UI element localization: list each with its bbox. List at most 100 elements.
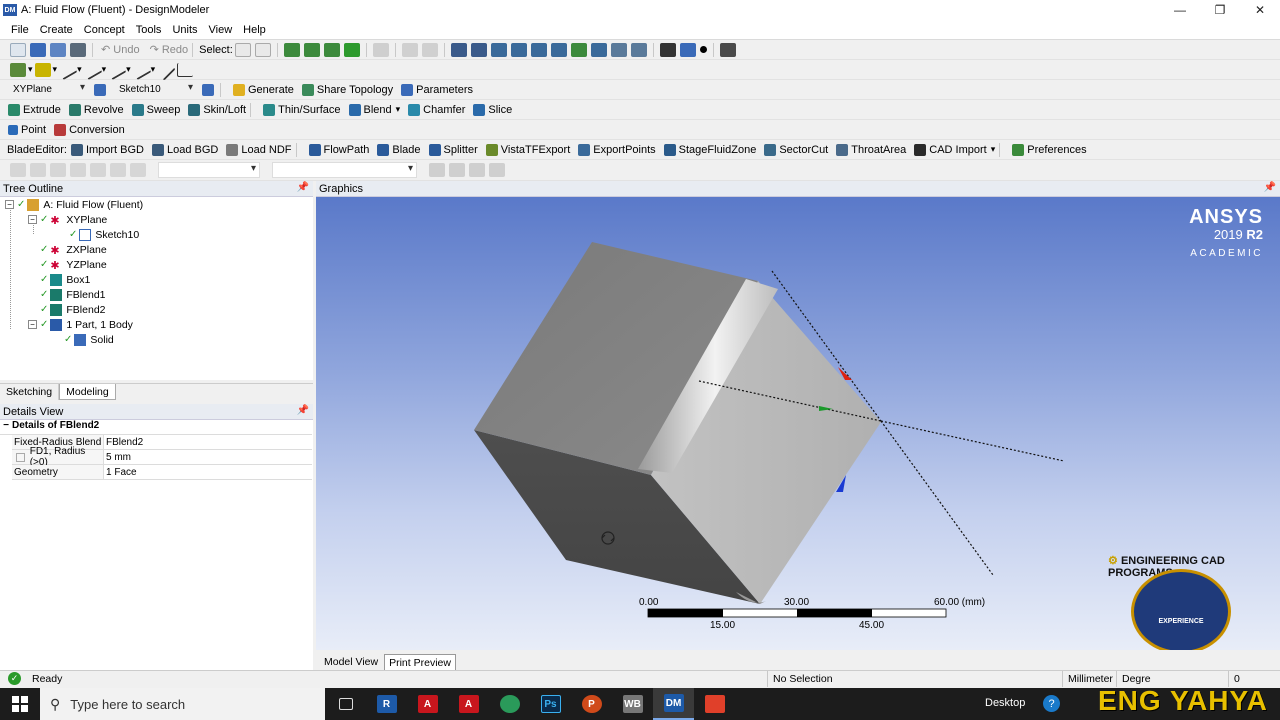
extend-selection-icon[interactable] bbox=[372, 42, 389, 57]
box-select-icon[interactable] bbox=[401, 42, 418, 57]
collapse-icon[interactable]: − bbox=[0, 420, 12, 434]
display-points-icon[interactable] bbox=[699, 46, 707, 53]
slice-button[interactable]: Slice bbox=[473, 103, 512, 116]
menu-create[interactable]: Create bbox=[40, 24, 73, 36]
start-button[interactable] bbox=[0, 688, 40, 720]
chevron-down-icon[interactable]: ▾ bbox=[102, 64, 107, 75]
generate-button[interactable]: Generate bbox=[233, 83, 294, 96]
look-at-icon[interactable] bbox=[154, 58, 176, 81]
pin-icon[interactable]: 📌 bbox=[297, 405, 309, 416]
select-points-icon[interactable] bbox=[283, 42, 300, 57]
taskbar-app-autocad-2[interactable]: A bbox=[448, 688, 489, 720]
screenshot-icon[interactable] bbox=[70, 42, 86, 57]
triad-icon[interactable] bbox=[659, 42, 676, 57]
display-edges-icon[interactable] bbox=[34, 62, 51, 77]
load-ndf-button[interactable]: Load NDF bbox=[226, 143, 292, 156]
zoom-icon[interactable] bbox=[490, 42, 507, 57]
details-row[interactable]: FD1, Radius (>0) 5 mm bbox=[12, 446, 312, 468]
help-icon[interactable]: ? bbox=[1043, 695, 1060, 712]
export-icon[interactable] bbox=[50, 42, 66, 57]
close-button[interactable]: ✕ bbox=[1240, 0, 1280, 20]
maximize-button[interactable]: ❐ bbox=[1200, 0, 1240, 20]
taskbar-app-edge[interactable] bbox=[489, 688, 530, 720]
box-select-alt-icon[interactable] bbox=[421, 42, 438, 57]
disabled-combo-2[interactable] bbox=[272, 162, 417, 178]
edge-arc-icon[interactable] bbox=[105, 59, 127, 80]
redo-button[interactable]: ↷ Redo bbox=[150, 43, 189, 56]
display-model-icon[interactable] bbox=[679, 42, 696, 57]
load-bgd-button[interactable]: Load BGD bbox=[152, 143, 218, 156]
import-bgd-button[interactable]: Import BGD bbox=[70, 143, 144, 156]
new-sketch-icon[interactable] bbox=[202, 83, 214, 96]
tree-item-zxplane[interactable]: ✓ ✱ ZXPlane bbox=[40, 242, 107, 257]
chamfer-button[interactable]: Chamfer bbox=[408, 103, 465, 116]
taskbar-app-photoshop[interactable]: Ps bbox=[530, 688, 571, 720]
graphics-viewport[interactable]: ANSYS 2019 R2 ACADEMIC 0.00 30.00 60.00 … bbox=[316, 197, 1280, 650]
tab-model-view[interactable]: Model View bbox=[320, 654, 382, 670]
undo-button[interactable]: ↶ Undo bbox=[101, 43, 140, 56]
taskbar-app-designmodeler[interactable]: DM bbox=[653, 688, 694, 720]
tab-print-preview[interactable]: Print Preview bbox=[384, 654, 456, 670]
tree-item-box1[interactable]: ✓ Box1 bbox=[40, 272, 90, 287]
chevron-down-icon[interactable]: ▾ bbox=[126, 64, 131, 75]
taskbar-app-other[interactable] bbox=[694, 688, 735, 720]
menu-concept[interactable]: Concept bbox=[84, 24, 125, 36]
cad-import-button[interactable]: CAD Import ▾ bbox=[914, 143, 995, 156]
share-topology-button[interactable]: Share Topology bbox=[301, 83, 393, 96]
point-button[interactable]: Point bbox=[8, 124, 46, 136]
pin-icon[interactable]: 📌 bbox=[297, 182, 309, 193]
tree-root[interactable]: − ✓ A: Fluid Flow (Fluent) bbox=[5, 197, 143, 212]
new-plane-icon[interactable] bbox=[94, 83, 106, 96]
save-icon[interactable] bbox=[30, 42, 46, 57]
zoom-selection-icon[interactable] bbox=[550, 42, 567, 57]
tab-modeling[interactable]: Modeling bbox=[59, 384, 116, 400]
chevron-down-icon[interactable]: ▾ bbox=[28, 64, 33, 75]
tree-item-fblend1[interactable]: ✓ FBlend1 bbox=[40, 287, 106, 302]
export-points-button[interactable]: ExportPoints bbox=[578, 143, 656, 156]
desktop-toolbar[interactable]: Desktop bbox=[985, 697, 1025, 709]
select-mode-icon[interactable] bbox=[234, 42, 251, 57]
tree-item-yzplane[interactable]: ✓ ✱ YZPlane bbox=[40, 257, 107, 272]
edge-spline-icon[interactable] bbox=[130, 59, 152, 80]
sketch-select[interactable]: Sketch10 bbox=[116, 82, 196, 98]
sector-cut-button[interactable]: SectorCut bbox=[764, 143, 828, 156]
flowpath-button[interactable]: FlowPath bbox=[308, 143, 369, 156]
zoom-out-icon[interactable] bbox=[590, 42, 607, 57]
blend-button[interactable]: Blend ▾ bbox=[348, 103, 400, 116]
plane-select[interactable]: XYPlane bbox=[10, 82, 88, 98]
menu-file[interactable]: File bbox=[11, 24, 29, 36]
tab-sketching[interactable]: Sketching bbox=[0, 384, 60, 400]
vistatf-export-button[interactable]: VistaTFExport bbox=[485, 143, 570, 156]
next-view-icon[interactable] bbox=[630, 42, 647, 57]
menu-tools[interactable]: Tools bbox=[136, 24, 162, 36]
blade-button[interactable]: Blade bbox=[377, 143, 421, 156]
select-edges-icon[interactable] bbox=[303, 42, 320, 57]
select-bodies-icon[interactable] bbox=[343, 42, 360, 57]
menu-view[interactable]: View bbox=[209, 24, 233, 36]
menu-units[interactable]: Units bbox=[172, 24, 197, 36]
zoom-in-icon[interactable] bbox=[570, 42, 587, 57]
pan-icon[interactable] bbox=[470, 42, 487, 57]
rotate-icon[interactable] bbox=[450, 42, 467, 57]
pin-icon[interactable]: 📌 bbox=[1264, 182, 1276, 193]
taskbar-search[interactable]: ⚲ Type here to search bbox=[40, 688, 325, 720]
taskbar-app-autocad[interactable]: A bbox=[407, 688, 448, 720]
previous-view-icon[interactable] bbox=[610, 42, 627, 57]
preferences-button[interactable]: Preferences bbox=[1012, 143, 1087, 156]
parameter-checkbox[interactable] bbox=[16, 452, 25, 462]
skin-loft-button[interactable]: Skin/Loft bbox=[188, 103, 246, 116]
tree-item-xyplane[interactable]: − ✓ ✱ XYPlane bbox=[28, 212, 107, 227]
extrude-button[interactable]: Extrude bbox=[8, 103, 61, 116]
conversion-button[interactable]: Conversion bbox=[54, 123, 125, 136]
stage-fluid-zone-button[interactable]: StageFluidZone bbox=[663, 143, 756, 156]
whats-this-icon[interactable] bbox=[719, 42, 736, 57]
tree-item-fblend2[interactable]: ✓ FBlend2 bbox=[40, 302, 106, 317]
minimize-button[interactable]: — bbox=[1160, 0, 1200, 20]
taskbar-app-powerpoint[interactable]: P bbox=[571, 688, 612, 720]
chevron-down-icon[interactable]: ▾ bbox=[53, 64, 58, 75]
tree-item-part[interactable]: − ✓ 1 Part, 1 Body bbox=[28, 317, 133, 332]
chevron-down-icon[interactable]: ▾ bbox=[77, 64, 82, 75]
model-color-icon[interactable] bbox=[10, 62, 26, 77]
model-canvas[interactable] bbox=[316, 197, 1280, 650]
zoom-fit-icon[interactable] bbox=[530, 42, 547, 57]
